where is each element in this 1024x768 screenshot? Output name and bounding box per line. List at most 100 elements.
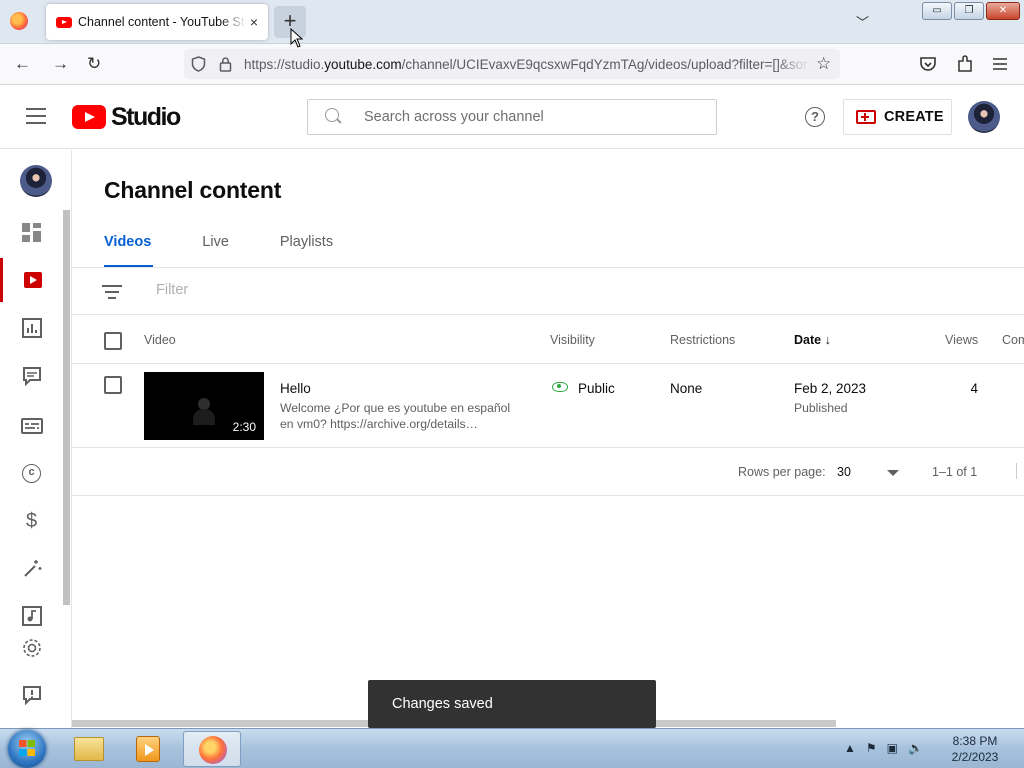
filter-bar (72, 268, 1024, 315)
create-button[interactable]: CREATE (843, 99, 952, 135)
rows-per-page-caret-icon[interactable] (887, 470, 899, 476)
studio-header: Studio ? CREATE (0, 86, 1024, 149)
select-all-checkbox[interactable] (104, 332, 122, 350)
date-status: Published (794, 401, 848, 415)
row-checkbox[interactable] (104, 376, 122, 394)
sidebar-item-content[interactable] (0, 258, 63, 302)
column-header-views[interactable]: Views (945, 333, 978, 347)
studio-logo-text[interactable]: Studio (111, 103, 181, 132)
visibility-value[interactable]: Public (578, 381, 615, 396)
restrictions-value: None (670, 381, 703, 396)
column-header-restrictions[interactable]: Restrictions (670, 333, 735, 347)
tab-list-chevron-icon[interactable]: ﹀ (856, 12, 869, 31)
media-player-icon (136, 736, 160, 762)
reload-icon[interactable]: ↻ (87, 54, 101, 74)
filter-input[interactable] (156, 282, 556, 298)
sidebar-item-dashboard[interactable] (0, 211, 63, 255)
tab-close-icon[interactable]: × (250, 14, 258, 30)
clock-date: 2/2/2023 (951, 750, 999, 764)
date-value: Feb 2, 2023 (794, 381, 867, 396)
channel-avatar[interactable] (20, 165, 52, 197)
tray-expand-icon[interactable]: ▲ (844, 741, 856, 755)
forward-arrow-icon[interactable]: → (52, 54, 69, 74)
tab-playlists[interactable]: Playlists (280, 234, 333, 268)
settings-gear-icon (22, 639, 41, 657)
network-icon[interactable]: ▣ (887, 741, 898, 755)
channel-search (307, 99, 717, 135)
close-window-button[interactable]: ✕ (986, 2, 1020, 20)
video-duration: 2:30 (232, 420, 256, 434)
taskbar-firefox[interactable] (183, 731, 241, 767)
taskbar-clock[interactable]: 8:38 PM 2/2/2023 (940, 733, 1010, 765)
studio-sidebar: c $ (0, 150, 72, 728)
action-center-flag-icon[interactable]: ⚑ (866, 741, 877, 755)
comments-icon (22, 367, 41, 386)
visibility-eye-icon[interactable] (552, 382, 568, 392)
sidebar-item-customization[interactable] (0, 547, 63, 591)
video-thumbnail[interactable]: 2:30 (144, 372, 264, 440)
lock-icon[interactable] (219, 56, 232, 72)
pocket-icon[interactable] (919, 56, 937, 73)
url-domain: youtube.com (324, 57, 402, 72)
youtube-logo-icon[interactable] (72, 105, 106, 129)
video-title[interactable]: Hello (280, 381, 311, 396)
dollar-icon: $ (25, 510, 38, 532)
back-arrow-icon[interactable]: ← (14, 54, 31, 74)
menu-hamburger-icon[interactable] (992, 57, 1008, 71)
firefox-icon[interactable] (10, 12, 28, 30)
browser-nav-bar: ← → ↻ https://studio.youtube.com/channel… (0, 44, 1024, 85)
address-bar[interactable]: https://studio.youtube.com/channel/UCIEv… (184, 49, 840, 79)
firefox-taskbar-icon (199, 736, 227, 764)
page-title: Channel content (104, 177, 282, 203)
taskbar-explorer[interactable] (60, 731, 118, 767)
sidebar-item-analytics[interactable] (0, 306, 63, 350)
tab-title: Channel content - YouTube Studio (78, 15, 246, 29)
channel-content-main: Channel content Videos Live Playlists Vi… (72, 150, 1024, 728)
sidebar-item-subtitles[interactable] (0, 404, 63, 448)
column-header-comments[interactable]: Com (1002, 333, 1024, 347)
sidebar-item-earn[interactable]: $ (0, 499, 63, 543)
sidebar-item-copyright[interactable]: c (0, 451, 63, 495)
account-avatar[interactable] (968, 101, 1000, 133)
sidebar-item-settings[interactable] (0, 626, 63, 670)
tab-videos[interactable]: Videos (104, 234, 154, 268)
magic-wand-icon (23, 560, 41, 577)
feedback-icon (22, 686, 41, 705)
first-page-icon[interactable] (1016, 463, 1017, 479)
window-controls: ▭ ❐ ✕ (922, 2, 1020, 20)
sidebar-item-comments[interactable] (0, 354, 63, 398)
minimize-button[interactable]: ▭ (922, 2, 952, 20)
search-icon[interactable] (325, 108, 339, 122)
extensions-icon[interactable] (956, 55, 974, 73)
subtitles-icon (20, 418, 43, 434)
volume-icon[interactable]: 🔈 (908, 741, 923, 755)
column-header-visibility[interactable]: Visibility (550, 333, 595, 347)
bookmark-star-icon[interactable]: ☆ (816, 54, 831, 74)
url-scheme: https://studio. (244, 57, 325, 72)
menu-icon[interactable] (26, 108, 46, 124)
clock-time: 8:38 PM (952, 734, 998, 748)
start-button[interactable] (8, 730, 46, 768)
column-header-date[interactable]: Date ↓ (794, 333, 831, 347)
shield-icon[interactable] (191, 56, 206, 72)
help-icon[interactable]: ? (805, 107, 825, 127)
filter-icon[interactable] (102, 285, 122, 299)
sidebar-item-feedback[interactable] (0, 673, 63, 717)
url-text[interactable]: https://studio.youtube.com/channel/UCIEv… (244, 57, 810, 72)
rows-per-page-label: Rows per page: (738, 465, 826, 479)
changes-saved-toast: Changes saved (368, 680, 656, 728)
content-icon (24, 272, 42, 288)
audio-library-icon (21, 606, 42, 626)
tab-live[interactable]: Live (202, 234, 229, 268)
system-tray: ▲ ⚑ ▣ 🔈 (844, 741, 923, 755)
search-input[interactable] (364, 106, 704, 128)
pagination-range: 1–1 of 1 (932, 465, 978, 479)
row-divider (72, 447, 1024, 448)
folder-icon (74, 737, 104, 761)
sidebar-scrollbar[interactable] (63, 210, 70, 605)
browser-tab-active[interactable]: Channel content - YouTube Studio × (46, 4, 268, 40)
youtube-favicon-icon (56, 16, 72, 28)
taskbar-media-player[interactable] (120, 731, 178, 767)
restore-button[interactable]: ❐ (954, 2, 984, 20)
column-header-video: Video (144, 333, 176, 347)
